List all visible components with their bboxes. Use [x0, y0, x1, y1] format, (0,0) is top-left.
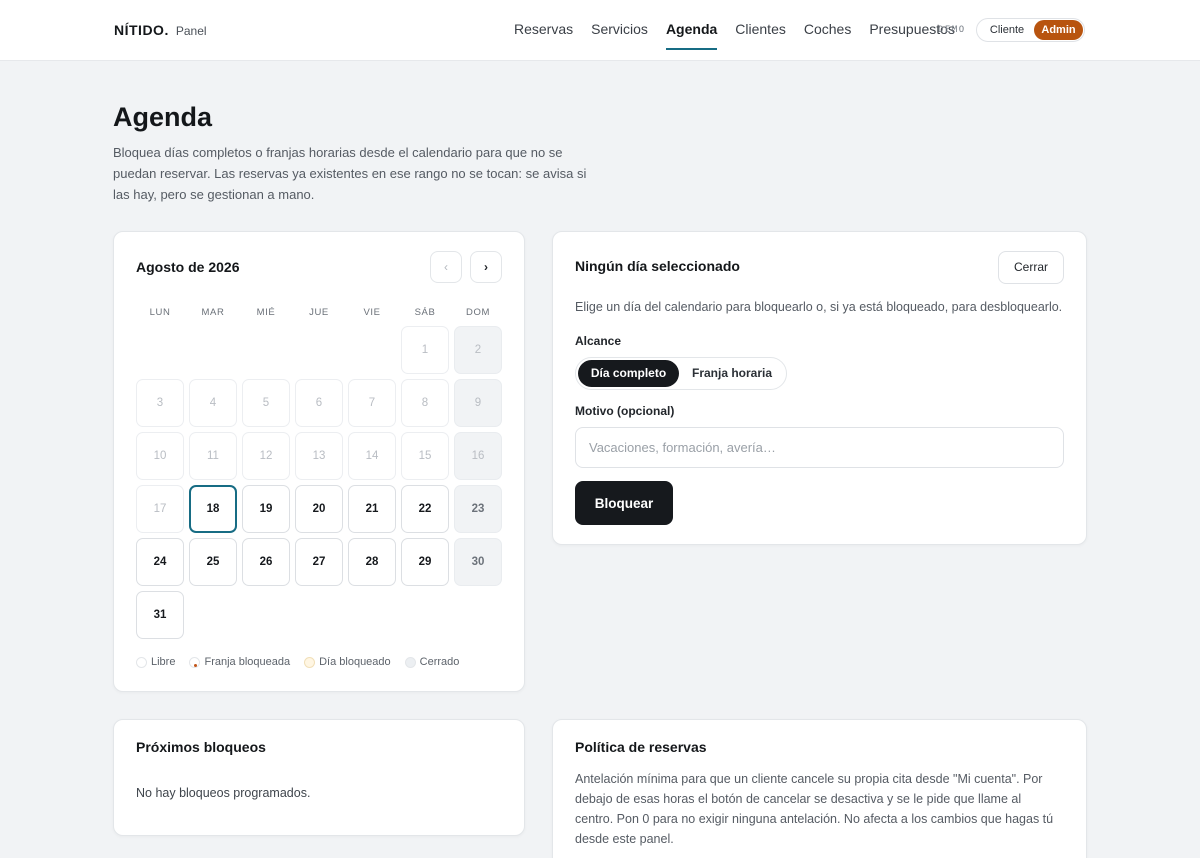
nav-servicios[interactable]: Servicios	[591, 0, 648, 61]
upcoming-blocks-empty: No hay bloqueos programados.	[136, 786, 311, 800]
calendar-day-6[interactable]: 6	[295, 379, 343, 427]
legend-cerrado-label: Cerrado	[419, 656, 460, 668]
calendar-day-1[interactable]: 1	[401, 326, 449, 374]
calendar-day-11[interactable]: 11	[189, 432, 237, 480]
calendar-day-18[interactable]: 18	[189, 485, 237, 533]
nav-coches[interactable]: Coches	[804, 0, 851, 61]
calendar-day-28[interactable]: 28	[348, 538, 396, 586]
weekday-header: SÁB	[414, 307, 436, 318]
calendar-day-22[interactable]: 22	[401, 485, 449, 533]
legend-libre-dot	[136, 656, 147, 668]
scope-full-day-option[interactable]: Día completo	[578, 360, 679, 387]
calendar-day-19[interactable]: 19	[242, 485, 290, 533]
role-cliente-button[interactable]: Cliente	[979, 20, 1035, 40]
reason-label: Motivo (opcional)	[575, 404, 675, 418]
prev-month-button[interactable]: ‹	[430, 251, 462, 283]
reason-input[interactable]	[575, 427, 1064, 468]
legend-dia: Día bloqueado	[304, 656, 391, 668]
legend-libre: Libre	[136, 656, 175, 668]
legend-dia-label: Día bloqueado	[319, 656, 391, 668]
calendar-day-8[interactable]: 8	[401, 379, 449, 427]
calendar-day-4[interactable]: 4	[189, 379, 237, 427]
calendar-day-10[interactable]: 10	[136, 432, 184, 480]
calendar-day-30[interactable]: 30	[454, 538, 502, 586]
calendar-day-25[interactable]: 25	[189, 538, 237, 586]
calendar-day-2[interactable]: 2	[454, 326, 502, 374]
calendar-day-12[interactable]: 12	[242, 432, 290, 480]
chevron-right-icon: ›	[484, 260, 488, 274]
block-button[interactable]: Bloquear	[575, 481, 673, 525]
weekday-header: MIÉ	[256, 307, 276, 318]
calendar-day-31[interactable]: 31	[136, 591, 184, 639]
weekday-header: VIE	[363, 307, 381, 318]
brand-logo: NÍTIDO.	[114, 22, 169, 38]
weekday-header: LUN	[149, 307, 171, 318]
brand[interactable]: NÍTIDO. Panel	[114, 22, 207, 38]
next-month-button[interactable]: ›	[470, 251, 502, 283]
calendar-day-17[interactable]: 17	[136, 485, 184, 533]
weekday-header: DOM	[466, 307, 490, 318]
legend-franja-label: Franja bloqueada	[204, 656, 291, 668]
day-detail-card: Ningún día seleccionado Cerrar Elige un …	[552, 231, 1087, 545]
main-nav: Reservas Servicios Agenda Clientes Coche…	[514, 0, 973, 61]
weekday-header: MAR	[201, 307, 225, 318]
role-toggle: Cliente Admin	[976, 18, 1085, 42]
legend-cerrado-dot	[404, 656, 416, 668]
day-detail-help: Elige un día del calendario para bloquea…	[575, 300, 1063, 314]
calendar-day-15[interactable]: 15	[401, 432, 449, 480]
chevron-left-icon: ‹	[444, 260, 448, 274]
scope-segmented-control: Día completo Franja horaria	[575, 357, 787, 390]
top-bar: NÍTIDO. Panel Reservas Servicios Agenda …	[0, 0, 1200, 61]
upcoming-blocks-title: Próximos bloqueos	[136, 739, 266, 755]
role-admin-button[interactable]: Admin	[1034, 20, 1083, 40]
calendar-day-13[interactable]: 13	[295, 432, 343, 480]
legend-libre-label: Libre	[151, 656, 176, 668]
scope-time-slot-option[interactable]: Franja horaria	[680, 360, 784, 387]
calendar-day-24[interactable]: 24	[136, 538, 184, 586]
calendar-day-26[interactable]: 26	[242, 538, 290, 586]
page-title: Agenda	[113, 102, 213, 132]
calendar-month-title: Agosto de 2026	[136, 259, 240, 275]
booking-policy-card: Política de reservas Antelación mínima p…	[552, 719, 1087, 858]
weekday-header: JUE	[309, 307, 329, 318]
calendar-day-29[interactable]: 29	[401, 538, 449, 586]
calendar-legend: Libre Franja bloqueada Día bloqueado Cer…	[136, 656, 473, 668]
close-button[interactable]: Cerrar	[998, 251, 1064, 284]
calendar-day-21[interactable]: 21	[348, 485, 396, 533]
calendar-day-5[interactable]: 5	[242, 379, 290, 427]
legend-franja-dot	[189, 656, 201, 668]
calendar-day-3[interactable]: 3	[136, 379, 184, 427]
calendar-day-27[interactable]: 27	[295, 538, 343, 586]
day-detail-title: Ningún día seleccionado	[575, 258, 740, 274]
booking-policy-title: Política de reservas	[575, 739, 707, 755]
calendar-card: Agosto de 2026 ‹ › LUN MAR MIÉ JUE VIE SÁB DOM…	[113, 231, 525, 692]
calendar-day-9[interactable]: 9	[454, 379, 502, 427]
demo-badge: DEMO	[938, 25, 966, 35]
legend-dia-dot	[304, 656, 316, 668]
calendar-day-14[interactable]: 14	[348, 432, 396, 480]
nav-clientes[interactable]: Clientes	[735, 0, 786, 61]
calendar-day-16[interactable]: 16	[454, 432, 502, 480]
page-description: Bloquea días completos o franjas horaria…	[113, 145, 587, 202]
nav-agenda[interactable]: Agenda	[665, 0, 718, 61]
calendar-day-7[interactable]: 7	[348, 379, 396, 427]
brand-subtitle: Panel	[175, 24, 207, 38]
booking-policy-text: Antelación mínima para que un cliente ca…	[575, 772, 1054, 846]
legend-cerrado: Cerrado	[404, 656, 460, 668]
calendar-day-23[interactable]: 23	[454, 485, 502, 533]
legend-franja: Franja bloqueada	[189, 656, 290, 668]
calendar-day-20[interactable]: 20	[295, 485, 343, 533]
scope-label: Alcance	[575, 334, 622, 348]
upcoming-blocks-card: Próximos bloqueos No hay bloqueos progra…	[113, 719, 525, 836]
nav-reservas[interactable]: Reservas	[514, 0, 573, 61]
